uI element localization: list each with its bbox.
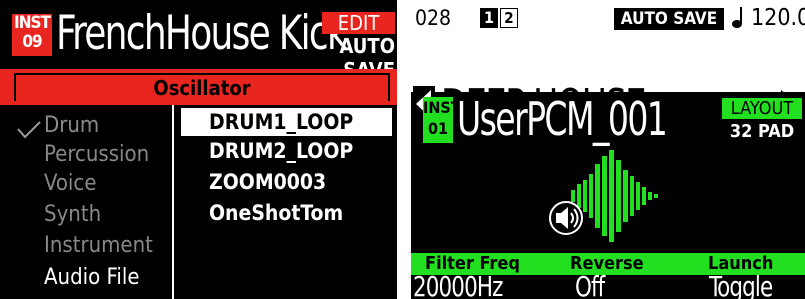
tempo-value: 120.0 [751,5,805,31]
param-value-reverse[interactable]: Off [575,272,605,299]
autosave-badge: AUTO SAVE [614,8,724,30]
section-bar: Oscillator [0,69,397,105]
speaker-icon [549,201,583,235]
sample-name: UserPCM_001 [457,92,668,146]
bank-2-indicator[interactable]: 2 [500,8,518,28]
category-item-instrument[interactable]: Instrument [44,232,153,260]
kit-selector: DEEP HOUSE [411,40,805,133]
file-item-zoom0003[interactable]: ZOOM0003 [181,168,392,196]
kit-number: 028 [415,6,452,30]
status-bar: 028 1 2 AUTO SAVE 120.0 [411,0,805,40]
category-item-audio-file[interactable]: Audio File [44,264,140,292]
inst-badge-label: INST [14,13,51,33]
inst-badge: INST 01 [423,97,461,143]
column-divider [172,105,174,299]
inst-badge-number: 01 [427,119,449,138]
category-item-voice[interactable]: Voice [44,170,97,198]
layout-value: 32 PAD [729,121,795,142]
param-value-launch[interactable]: Toggle [709,272,773,299]
edit-badge: EDIT [322,12,395,34]
inst-badge: INST 09 [12,14,52,56]
file-item-drum1-loop[interactable]: DRUM1_LOOP [181,108,392,136]
section-title: Oscillator [153,76,251,100]
file-item-drum2-loop[interactable]: DRUM2_LOOP [181,137,392,165]
file-item-oneshottom[interactable]: OneShotTom [181,199,392,227]
category-item-percussion[interactable]: Percussion [44,141,149,169]
category-item-synth[interactable]: Synth [44,201,101,229]
inst-badge-label: INST [423,98,461,117]
instrument-edit-screen: INST 09 FrenchHouse Kick EDIT AUTO SAVE … [0,0,397,299]
layout-label: LAYOUT [722,98,802,119]
bank-1-indicator[interactable]: 1 [480,8,498,28]
note-icon [732,7,742,28]
checkmark-icon [17,121,41,139]
layout-indicator[interactable]: LAYOUT 32 PAD [722,98,802,144]
kit-play-screen: 028 1 2 AUTO SAVE 120.0 DEEP HOUSE INST … [411,0,805,299]
param-value-filter-freq[interactable]: 20000Hz [413,272,503,299]
inst-badge-number: 09 [22,32,42,52]
category-item-drum[interactable]: Drum [44,112,99,140]
header: INST 09 FrenchHouse Kick EDIT AUTO SAVE [0,0,397,82]
waveform-display [549,150,658,242]
